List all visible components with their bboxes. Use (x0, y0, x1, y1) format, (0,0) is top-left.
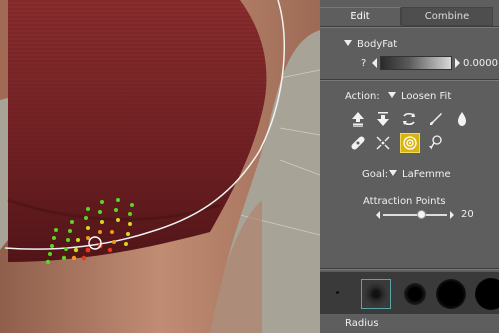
action-label: Action: (345, 91, 380, 102)
morph-name: BodyFat (357, 39, 398, 50)
spread-icon[interactable] (374, 134, 392, 152)
brush-size-large[interactable] (436, 279, 466, 309)
brush-size-xlarge[interactable] (475, 278, 499, 310)
goal-dropdown[interactable]: LaFemme (389, 169, 451, 180)
help-button[interactable]: ? (361, 58, 366, 69)
viewport[interactable] (0, 0, 320, 333)
brush-size-small[interactable] (361, 279, 391, 309)
brush-size-medium[interactable] (404, 283, 426, 305)
increment-arrow-icon[interactable] (455, 58, 460, 68)
morph-dropdown[interactable]: BodyFat (344, 39, 397, 50)
push-up-icon[interactable] (349, 110, 367, 128)
app-window: Edit Combine BodyFat ? 0.0000 Action: Lo… (0, 0, 499, 333)
radius-label: Radius (345, 318, 379, 329)
increment-arrow-icon[interactable] (450, 211, 454, 219)
action-dropdown[interactable]: Loosen Fit (388, 91, 451, 102)
value-slider[interactable] (380, 56, 452, 70)
divider (320, 79, 499, 81)
action-value: Loosen Fit (401, 91, 452, 102)
brush-size-tiny[interactable] (336, 291, 339, 294)
divider (320, 26, 499, 28)
morph-value[interactable]: 0.0000 (463, 58, 498, 69)
viewport-scene (0, 0, 320, 333)
chevron-down-icon (388, 92, 396, 98)
attract-icon[interactable] (400, 133, 420, 153)
decrement-arrow-icon[interactable] (376, 211, 380, 219)
tab-combine[interactable]: Combine (401, 7, 493, 26)
tab-edit[interactable]: Edit (320, 7, 401, 25)
attraction-points-value[interactable]: 20 (461, 209, 474, 220)
brush-icon[interactable] (427, 110, 445, 128)
chevron-down-icon (344, 40, 352, 46)
loop-icon[interactable] (400, 110, 418, 128)
divider (320, 268, 499, 270)
pin-icon[interactable] (427, 134, 445, 152)
goal-label: Goal: (362, 169, 389, 180)
slider-handle[interactable] (416, 210, 426, 219)
dformer-panel: Edit Combine BodyFat ? 0.0000 Action: Lo… (320, 0, 499, 333)
drop-icon[interactable] (453, 110, 471, 128)
attraction-points-label: Attraction Points (363, 196, 446, 207)
bandage-icon[interactable] (349, 134, 367, 152)
decrement-arrow-icon[interactable] (372, 58, 377, 68)
goal-value: LaFemme (402, 169, 451, 180)
brush-size-strip (320, 272, 499, 314)
attraction-points-slider[interactable] (383, 214, 447, 216)
chevron-down-icon (389, 170, 397, 176)
push-down-icon[interactable] (374, 110, 392, 128)
